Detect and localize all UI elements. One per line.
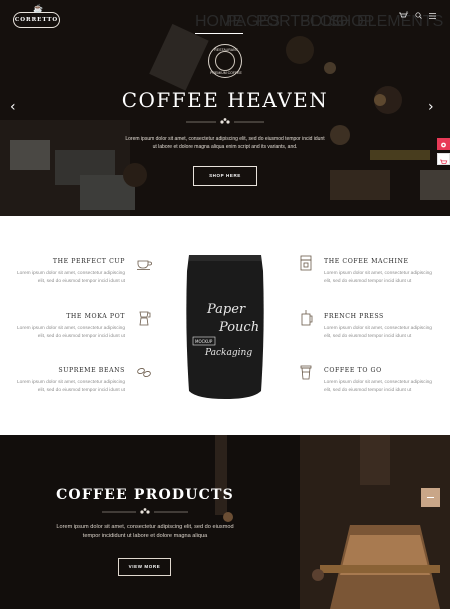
coffee-pouch-image: Paper Pouch MOCKUP Packaging (186, 255, 264, 399)
feature-title: THE MOKA POT (66, 313, 125, 320)
feature-perfect-cup: THE PERFECT CUP Lorem ipsum dolor sit am… (15, 258, 125, 286)
cart-side-tab[interactable] (437, 153, 450, 165)
cart-icon (440, 159, 448, 164)
view-more-button[interactable]: VIEW MORE (118, 558, 171, 576)
takeaway-cup-icon (297, 363, 315, 381)
feature-french-press: FRENCH PRESS Lorem ipsum dolor sit amet,… (324, 313, 434, 341)
hero-divider (186, 118, 264, 124)
premium-badge: RESTAURANT PREMIUM COFFEE (208, 44, 242, 78)
feature-title: SUPREME BEANS (58, 367, 125, 374)
feature-text: Lorem ipsum dolor sit amet, consectetur … (324, 326, 432, 339)
badge-inner-ring (215, 51, 235, 71)
beans-icon (135, 363, 153, 381)
feature-text: Lorem ipsum dolor sit amet, consectetur … (17, 271, 125, 284)
moka-pot-icon (135, 309, 153, 327)
products-title: COFFEE PRODUCTS (56, 487, 234, 503)
feature-supreme-beans: SUPREME BEANS Lorem ipsum dolor sit amet… (15, 367, 125, 395)
settings-side-tab[interactable] (437, 138, 450, 150)
feature-text: Lorem ipsum dolor sit amet, consectetur … (324, 380, 432, 393)
french-press-icon (297, 309, 315, 327)
pouch-text-2: Pouch (218, 320, 259, 335)
settings-icon (441, 142, 446, 148)
feature-text: Lorem ipsum dolor sit amet, consectetur … (17, 380, 125, 393)
pouch-badge: MOCKUP (195, 339, 213, 344)
shop-here-button[interactable]: SHOP HERE (193, 166, 257, 186)
feature-title: FRENCH PRESS (324, 313, 384, 320)
cart-count: 0 (406, 10, 409, 15)
toggle-menu-button[interactable] (421, 488, 440, 507)
menu-line-icon (427, 497, 434, 498)
hero-title: COFFEE HEAVEN (121, 88, 329, 112)
products-background-image (0, 435, 450, 609)
badge-bottom-text: PREMIUM COFFEE (210, 71, 242, 75)
products-divider (102, 508, 188, 514)
coffee-machine-icon (297, 254, 315, 272)
pouch-text-1: Paper (206, 302, 246, 317)
feature-coffee-machine: THE COFEE MACHINE Lorem ipsum dolor sit … (324, 258, 434, 286)
search-icon[interactable] (415, 12, 422, 21)
pouch-text-3: Packaging (204, 348, 252, 358)
products-section: COFFEE PRODUCTS Lorem ipsum dolor sit am… (0, 435, 450, 609)
site-logo[interactable]: ☕ CORRETTO (13, 4, 60, 28)
feature-title: COFFEE TO GO (324, 367, 382, 374)
cup-icon (135, 254, 153, 272)
feature-title: THE COFEE MACHINE (324, 258, 409, 265)
hero-description: Lorem ipsum dolor sit amet, consectetur … (125, 136, 325, 150)
badge-top-text: RESTAURANT (214, 48, 238, 52)
feature-coffee-to-go: COFFEE TO GO Lorem ipsum dolor sit amet,… (324, 367, 434, 395)
feature-title: THE PERFECT CUP (52, 258, 125, 265)
hero-section: ☕ CORRETTO HOME PAGES PORTFOLIO BLOG SHO… (0, 0, 450, 216)
logo-text: CORRETTO (14, 17, 59, 23)
feature-moka-pot: THE MOKA POT Lorem ipsum dolor sit amet,… (15, 313, 125, 341)
products-description: Lorem ipsum dolor sit amet, consectetur … (56, 524, 234, 539)
coffee-cup-logo-icon: ☕ (33, 3, 44, 13)
menu-icon[interactable] (429, 13, 436, 21)
features-section: THE PERFECT CUP Lorem ipsum dolor sit am… (0, 216, 450, 435)
feature-text: Lorem ipsum dolor sit amet, consectetur … (17, 326, 125, 339)
feature-text: Lorem ipsum dolor sit amet, consectetur … (324, 271, 432, 284)
